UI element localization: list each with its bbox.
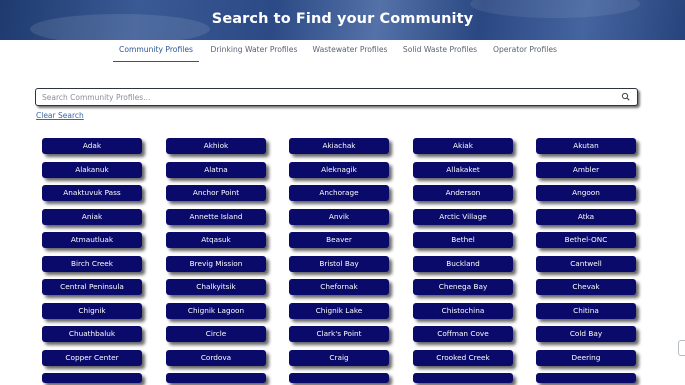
community-button[interactable]: Central Peninsula [42,279,142,295]
community-button[interactable]: Bristol Bay [289,255,389,272]
community-button[interactable]: Alatna [166,161,266,178]
community-button[interactable]: Circle [166,326,266,342]
community-button[interactable]: Angoon [536,185,636,201]
clear-search-link[interactable]: Clear Search [36,111,84,120]
community-button[interactable]: Chalkyitsik [166,279,266,295]
community-button[interactable]: Clark's Point [289,326,389,342]
search-input[interactable] [42,90,612,104]
community-button[interactable]: Annette Island [166,208,266,225]
community-button[interactable]: Atmautluak [42,232,142,248]
community-button[interactable]: Alakanuk [42,161,142,178]
profile-tabs: Community Profiles Drinking Water Profil… [0,40,685,62]
community-button[interactable]: Chignik Lake [289,302,389,319]
community-button-partial[interactable] [166,373,266,383]
community-button[interactable]: Crooked Creek [413,349,513,366]
tab-wastewater-profiles[interactable]: Wastewater Profiles [310,45,390,61]
community-button[interactable]: Akiak [413,138,513,154]
community-button[interactable]: Akhiok [166,138,266,154]
community-button[interactable]: Deering [536,349,636,366]
community-button[interactable]: Atka [536,208,636,225]
community-button[interactable]: Chuathbaluk [42,326,142,342]
community-button[interactable]: Beaver [289,232,389,248]
community-button[interactable]: Chevak [536,279,636,295]
community-button-partial[interactable] [413,373,513,383]
community-button[interactable]: Ambler [536,161,636,178]
community-button[interactable]: Coffman Cove [413,326,513,342]
community-button[interactable]: Birch Creek [42,255,142,272]
community-button[interactable]: Chitina [536,302,636,319]
community-button[interactable]: Bethel [413,232,513,248]
community-button[interactable]: Chignik Lagoon [166,302,266,319]
community-button[interactable]: Anderson [413,185,513,201]
community-button[interactable]: Chenega Bay [413,279,513,295]
community-button[interactable]: Bethel-ONC [536,232,636,248]
header-banner: Search to Find your Community [0,0,685,40]
community-button[interactable]: Cantwell [536,255,636,272]
community-button[interactable]: Aniak [42,208,142,225]
community-button[interactable]: Cordova [166,349,266,366]
community-button[interactable]: Anchorage [289,185,389,201]
community-button[interactable]: Atqasuk [166,232,266,248]
community-button[interactable]: Brevig Mission [166,255,266,272]
search-icon[interactable] [620,91,632,103]
tab-community-profiles[interactable]: Community Profiles [113,45,199,62]
page-title: Search to Find your Community [211,11,474,27]
community-button[interactable]: Akutan [536,138,636,154]
community-button[interactable]: Allakaket [413,161,513,178]
community-button[interactable]: Buckland [413,255,513,272]
community-button[interactable]: Cold Bay [536,326,636,342]
community-button[interactable]: Aleknagik [289,161,389,178]
tab-drinking-water-profiles[interactable]: Drinking Water Profiles [208,45,300,61]
community-button[interactable]: Anaktuvuk Pass [42,185,142,201]
community-button[interactable]: Chignik [42,302,142,319]
community-button[interactable]: Chefornak [289,279,389,295]
community-button[interactable]: Adak [42,138,142,154]
community-button[interactable]: Anchor Point [166,185,266,201]
community-button-partial[interactable] [536,373,636,383]
community-button[interactable]: Arctic Village [413,208,513,225]
community-button[interactable]: Chistochina [413,302,513,319]
community-button[interactable]: Anvik [289,208,389,225]
community-button[interactable]: Craig [289,349,389,366]
community-button[interactable]: Copper Center [42,349,142,366]
community-button[interactable]: Akiachak [289,138,389,154]
community-button-partial[interactable] [289,373,389,383]
search-box [35,88,638,106]
side-tab[interactable] [678,340,685,356]
tab-operator-profiles[interactable]: Operator Profiles [490,45,560,61]
tab-solid-waste-profiles[interactable]: Solid Waste Profiles [400,45,480,61]
community-button-partial[interactable] [42,373,142,383]
